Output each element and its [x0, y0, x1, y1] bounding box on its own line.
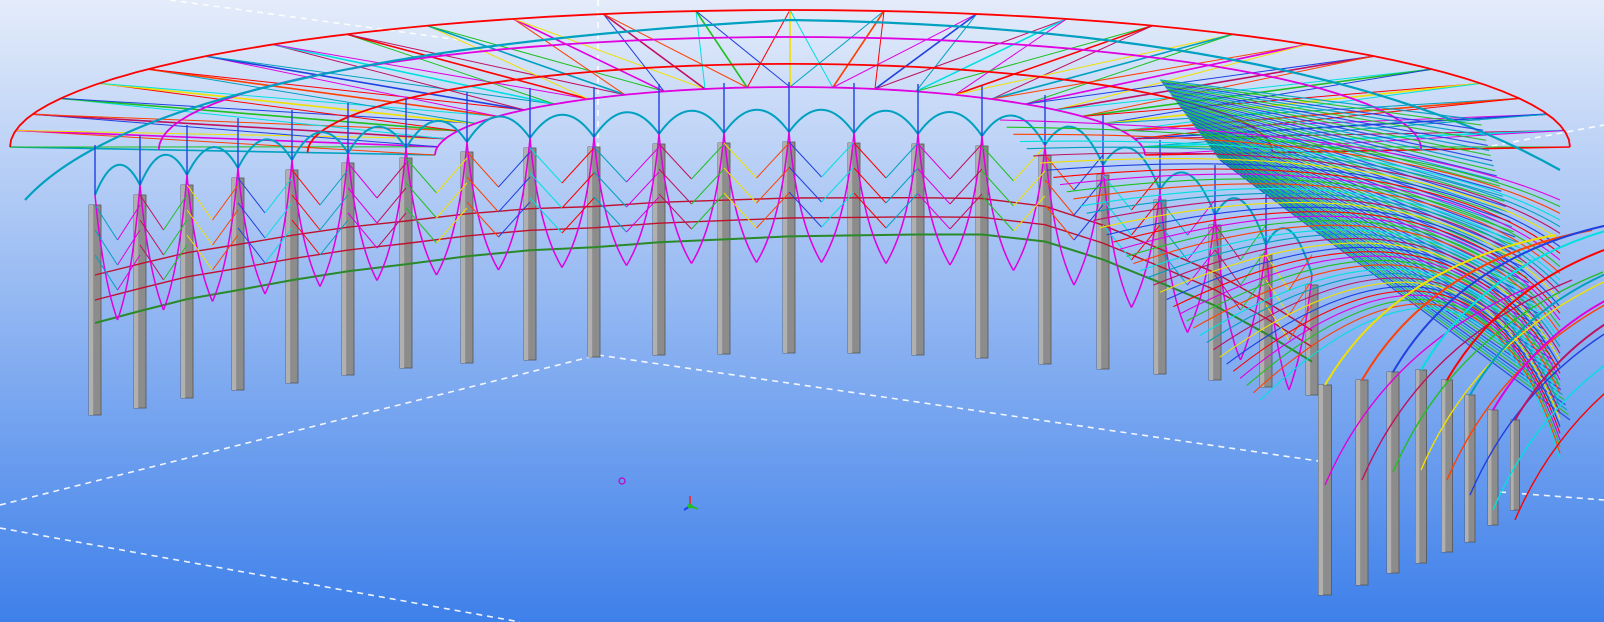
stadium-roof-model: [0, 0, 1604, 622]
column-highlight: [1488, 410, 1492, 525]
column-highlight: [89, 205, 94, 415]
column-highlight: [1415, 370, 1420, 563]
column-highlight: [1465, 395, 1469, 542]
column-highlight: [1356, 380, 1361, 585]
3d-model-viewport[interactable]: [0, 0, 1604, 622]
column-highlight: [1510, 420, 1514, 510]
axes-origin: [687, 503, 693, 509]
column-highlight: [1387, 372, 1392, 573]
column-highlight: [1441, 380, 1446, 552]
column-highlight: [1318, 385, 1324, 595]
